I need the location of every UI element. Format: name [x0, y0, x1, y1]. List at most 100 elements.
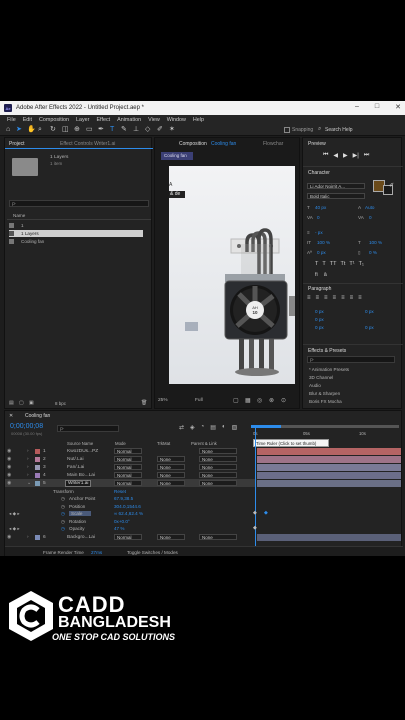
search-help-label[interactable]: Search Help — [325, 127, 353, 133]
draft-3d-icon[interactable]: ◈ — [190, 424, 195, 432]
eyedropper-icon[interactable]: ✐ — [389, 182, 394, 189]
trkmat-dropdown[interactable]: None — [157, 534, 185, 540]
home-icon[interactable]: ⌂ — [6, 126, 10, 134]
property-value[interactable]: 47 % — [114, 526, 124, 531]
layer-row[interactable]: ◉ › 2 Nut/.Lai Normal None None — [5, 455, 255, 463]
project-item-selected[interactable]: 1 Layers — [9, 230, 143, 237]
layer-row-selected[interactable]: ◉ ⌄ 5 Writer1.ai Normal None None — [5, 479, 255, 487]
keyframe-nav-icon[interactable]: ◂ ◆ ▸ — [9, 511, 20, 517]
property-value[interactable]: ∞ 62.4,62.4 % — [114, 511, 143, 516]
justify-right-icon[interactable]: ≡ — [350, 295, 354, 303]
leading-value[interactable]: Auto — [365, 205, 374, 210]
indent-right-value[interactable]: 0 px — [365, 309, 374, 314]
shy-icon[interactable]: ◔ — [201, 424, 205, 432]
expand-arrow-icon[interactable]: › — [27, 535, 29, 540]
blend-mode-dropdown[interactable]: Normal — [114, 456, 142, 462]
faux-italic-icon[interactable]: T — [322, 261, 325, 269]
menu-composition[interactable]: Composition — [39, 117, 69, 123]
last-frame-icon[interactable]: ⏭ — [364, 152, 369, 160]
effects-category[interactable]: 3D Channel — [309, 375, 333, 380]
justify-center-icon[interactable]: ≡ — [341, 295, 345, 303]
visibility-eye-icon[interactable]: ◉ — [7, 465, 11, 470]
comp-flowchart-icon[interactable]: ⇄ — [179, 424, 184, 432]
menu-layer[interactable]: Layer — [76, 117, 90, 123]
composition-viewer[interactable]: A & de AH 10 — [169, 166, 295, 384]
clone-stamp-tool-icon[interactable]: ⊥ — [133, 126, 139, 134]
tsume-value[interactable]: 0 % — [369, 250, 377, 255]
parent-dropdown[interactable]: None — [199, 472, 237, 478]
layer-row[interactable]: ◉ › 1 KwozDUs...PZ Normal None — [5, 447, 255, 455]
maximize-button[interactable]: □ — [375, 103, 379, 111]
visibility-eye-icon[interactable]: ◉ — [7, 449, 11, 454]
label-color-swatch[interactable] — [35, 456, 40, 462]
snapping-checkbox[interactable] — [284, 127, 290, 133]
effects-category[interactable]: Audio — [309, 383, 321, 388]
new-folder-icon[interactable]: ▢ — [19, 400, 24, 406]
layer-name[interactable]: Nut/.Lai — [67, 457, 84, 462]
keyframe-icon[interactable]: ◆ — [253, 525, 257, 531]
space-before-value[interactable]: 0 px — [315, 325, 324, 330]
expand-arrow-icon[interactable]: › — [27, 449, 29, 454]
trkmat-dropdown[interactable]: None — [157, 456, 185, 462]
show-channel-icon[interactable]: ⊗ — [269, 397, 274, 404]
indent-left-value[interactable]: 0 px — [315, 309, 324, 314]
layer-row[interactable]: ◉ › 4 Main Bo...Lai Normal None None — [5, 471, 255, 479]
close-button[interactable]: ✕ — [395, 103, 401, 111]
bit-depth-label[interactable]: 8 bpc — [55, 401, 66, 406]
tab-flowchart[interactable]: Flowchar — [263, 141, 283, 147]
layer-name[interactable]: KwozDUs...PZ — [67, 449, 98, 454]
superscript-icon[interactable]: T¹ — [349, 261, 354, 269]
col-source-name[interactable]: Source Name — [67, 441, 93, 446]
current-time-indicator[interactable] — [255, 428, 256, 556]
kerning-value[interactable]: 0 — [317, 215, 320, 220]
blend-mode-dropdown[interactable]: Normal — [114, 448, 142, 454]
visibility-eye-icon[interactable]: ◉ — [7, 457, 11, 462]
hindi-digits-icon[interactable]: ā — [324, 272, 327, 280]
toggle-switches-modes[interactable]: Toggle Switches / Modes — [127, 550, 178, 555]
tab-effect-controls[interactable]: Effect Controls Writer1.ai — [60, 141, 115, 147]
col-trkmat[interactable]: TrkMat — [157, 441, 170, 446]
motion-blur-icon[interactable]: ◐ — [222, 424, 226, 432]
blend-mode-dropdown[interactable]: Normal — [114, 464, 142, 470]
keyframe-icon[interactable]: ◆ — [264, 510, 268, 516]
expand-arrow-icon[interactable]: › — [27, 473, 29, 478]
label-color-swatch[interactable] — [35, 534, 40, 540]
menu-animation[interactable]: Animation — [117, 117, 141, 123]
expand-arrow-icon[interactable]: › — [27, 465, 29, 470]
transparency-grid-icon[interactable]: ▦ — [245, 397, 251, 404]
align-center-icon[interactable]: ≡ — [316, 295, 320, 303]
tab-composition[interactable]: Composition — [179, 141, 207, 147]
camera-tool-icon[interactable]: ◫ — [62, 126, 69, 134]
label-color-swatch[interactable] — [35, 472, 40, 478]
roto-brush-tool-icon[interactable]: ✐ — [157, 126, 163, 134]
layer-row[interactable]: ◉ › 6 Backgro...Lai Normal None None — [5, 533, 255, 541]
layer-name-field[interactable]: Writer1.ai — [65, 479, 92, 487]
comp-breadcrumb[interactable]: Cooling fan — [161, 152, 193, 160]
exposure-icon[interactable]: ⊙ — [281, 397, 286, 404]
justify-left-icon[interactable]: ≡ — [333, 295, 337, 303]
resolution-dropdown[interactable]: Full — [195, 398, 203, 403]
trash-icon[interactable]: 🗑 — [141, 400, 147, 406]
next-frame-icon[interactable]: ▶| — [353, 152, 359, 160]
align-right-icon[interactable]: ≡ — [324, 295, 328, 303]
project-search-input[interactable]: ρ· — [9, 200, 149, 207]
tab-project[interactable]: Project — [9, 141, 25, 147]
effects-category[interactable]: * Animation Presets — [309, 367, 349, 372]
project-item[interactable]: 1 — [9, 222, 143, 229]
stopwatch-icon-active[interactable]: ◷ — [61, 511, 65, 517]
brush-tool-icon[interactable]: ✎ — [121, 126, 127, 134]
blend-mode-dropdown[interactable]: Normal — [114, 472, 142, 478]
layer-name[interactable]: Main Bo...Lai — [67, 473, 95, 478]
pan-behind-tool-icon[interactable]: ⊕ — [74, 126, 80, 134]
subscript-icon[interactable]: T₁ — [359, 261, 364, 269]
parent-dropdown[interactable]: None — [199, 480, 237, 486]
current-timecode[interactable]: 0;00;00;08 — [10, 423, 43, 430]
tracking-value[interactable]: 0 — [369, 215, 372, 220]
parent-dropdown[interactable]: None — [199, 448, 237, 454]
layer-bar[interactable] — [257, 480, 401, 487]
rotate-tool-icon[interactable]: ↻ — [50, 126, 56, 134]
small-caps-icon[interactable]: Tt — [340, 261, 345, 269]
region-of-interest-icon[interactable]: ▢ — [233, 397, 239, 404]
effects-search-input[interactable]: ρ· — [307, 356, 395, 363]
effects-category[interactable]: Blur & Sharpen — [309, 391, 340, 396]
